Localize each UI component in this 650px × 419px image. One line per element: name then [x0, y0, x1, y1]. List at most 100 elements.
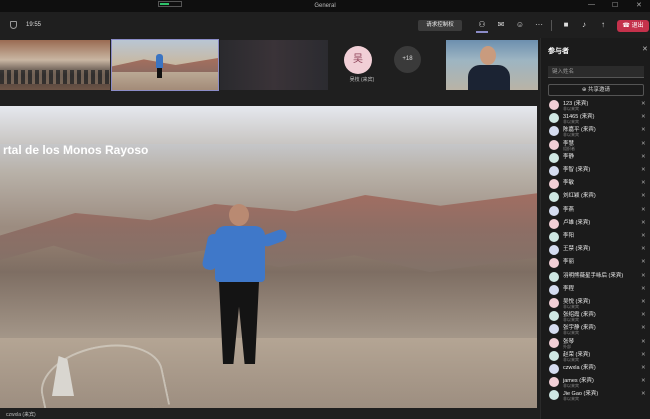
presenter-torso — [215, 226, 265, 282]
avatar — [549, 179, 559, 190]
mic-muted-icon: ✕ — [641, 259, 646, 266]
meeting-timer: 19:55 — [26, 22, 42, 28]
avatar — [549, 284, 559, 295]
avatar — [549, 258, 559, 269]
avatar — [549, 152, 559, 163]
participant-name: 刘红颖 (来宾) — [563, 193, 596, 200]
presenter-figure — [156, 54, 163, 78]
participant-name: czwxla (来宾) — [563, 365, 596, 371]
avatar — [549, 166, 559, 176]
avatar — [549, 126, 559, 137]
panel-title: 参与者 — [548, 48, 569, 55]
mic-muted-icon: ✕ — [641, 167, 646, 173]
avatar-name: 吴枝 (来宾) — [349, 77, 375, 83]
mic-muted-icon: ✕ — [641, 114, 646, 121]
mic-muted-icon: ✕ — [641, 180, 646, 187]
mic-muted-icon: ✕ — [641, 101, 646, 107]
avatar — [549, 390, 559, 401]
avatar — [549, 192, 559, 203]
mic-muted-icon: ✕ — [641, 233, 646, 239]
participant-name: 李敏 — [563, 180, 575, 187]
presenter-name: czwxla (来宾) — [6, 412, 36, 418]
avatar — [549, 271, 559, 282]
mic-muted-icon: ✕ — [641, 206, 646, 213]
more-participants-button[interactable]: +18 — [394, 46, 421, 73]
chat-icon[interactable]: ✉ — [495, 19, 507, 31]
participant-name: 李丽 — [563, 259, 575, 266]
video-thumbnail-strip: 吴 吴枝 (来宾) +18 — [0, 38, 540, 93]
participant-row[interactable]: Jie Gao (来宾) 非以来宾 ✕ — [541, 388, 650, 406]
mic-muted-icon: ✕ — [641, 272, 646, 279]
reaction-icon[interactable]: ☺ — [514, 19, 526, 31]
share-icon[interactable]: ↑ — [597, 19, 609, 31]
mic-icon[interactable]: ♪ — [578, 19, 590, 31]
mic-muted-icon: ✕ — [641, 193, 646, 200]
mic-muted-icon: ✕ — [641, 140, 646, 147]
toolbar-divider — [551, 20, 552, 31]
participant-body — [468, 65, 510, 90]
video-tile-dark[interactable] — [220, 40, 328, 90]
share-invite-button[interactable]: ⊕ 共享邀请 — [548, 84, 644, 96]
participant-name: 羽明熊薇星手咏后 (来宾) — [563, 272, 624, 279]
participant-head — [480, 46, 496, 65]
avatar — [549, 232, 559, 242]
participant-name: 王禁 (来宾) — [563, 246, 591, 253]
participant-name: 李燕 — [563, 206, 575, 213]
maximize-icon[interactable]: ☐ — [612, 1, 618, 9]
sky — [0, 106, 537, 144]
presenter-head — [229, 204, 249, 226]
avatar — [549, 218, 559, 229]
avatar — [549, 324, 559, 335]
participant-name: 李静 — [563, 153, 575, 160]
close-icon[interactable]: ✕ — [636, 1, 642, 9]
video-tile-classroom[interactable] — [0, 40, 110, 90]
mic-muted-icon: ✕ — [641, 246, 646, 253]
avatar — [549, 350, 559, 361]
main-video-stage: rtal de los Monos Rayoso — [0, 106, 537, 408]
mic-muted-icon: ✕ — [641, 351, 646, 358]
participant-name: 卢雄 (来宾) — [563, 219, 591, 226]
more-icon[interactable]: ··· — [533, 19, 545, 31]
avatar[interactable]: 吴 — [344, 46, 372, 74]
leave-button[interactable]: ☎ 退出 — [617, 20, 649, 32]
people-icon[interactable]: ⚇ — [476, 19, 488, 33]
avatar — [549, 205, 559, 216]
avatar — [549, 298, 559, 308]
video-tile-man[interactable] — [446, 40, 538, 90]
mic-muted-icon: ✕ — [641, 312, 646, 319]
minimize-icon[interactable]: — — [588, 1, 595, 8]
participant-name: 李程 — [563, 285, 575, 292]
mic-muted-icon: ✕ — [641, 299, 646, 305]
video-tile-presenter[interactable] — [111, 39, 219, 91]
avatar — [549, 311, 559, 322]
avatar — [549, 245, 559, 256]
mic-muted-icon: ✕ — [641, 153, 646, 160]
avatar — [549, 100, 559, 110]
avatar — [549, 337, 559, 348]
title-bar: General — ☐ ✕ — [0, 0, 650, 12]
presenter-legs — [219, 282, 259, 364]
participants-panel: 参与者 ✕ 键入姓名 ⊕ 共享邀请 123 (来宾) 非以来宾 ✕ 31465 (来宾… — [540, 38, 650, 419]
avatar — [549, 364, 559, 374]
close-panel-icon[interactable]: ✕ — [642, 45, 648, 53]
shield-icon — [10, 21, 17, 29]
request-control-button[interactable]: 请求控制权 — [418, 20, 462, 31]
meeting-toolbar: 19:55 请求控制权 ⚇ ✉ ☺ ··· ■ ♪ ↑ ☎ 退出 — [0, 12, 650, 39]
stage-name-bar: czwxla (来宾) — [0, 408, 537, 419]
mic-muted-icon: ✕ — [641, 365, 646, 371]
camera-icon[interactable]: ■ — [560, 19, 572, 31]
mic-muted-icon: ✕ — [641, 378, 646, 385]
participant-name: 李阳 — [563, 233, 575, 239]
mic-muted-icon: ✕ — [641, 325, 646, 332]
participant-name: 李智 (来宾) — [563, 167, 591, 173]
mic-muted-icon: ✕ — [641, 391, 646, 398]
window-title: General — [314, 3, 336, 9]
mic-muted-icon: ✕ — [641, 285, 646, 292]
mic-muted-icon: ✕ — [641, 338, 646, 345]
avatar — [549, 377, 559, 388]
presenter-figure — [201, 204, 291, 366]
video-caption: rtal de los Monos Rayoso — [3, 143, 149, 157]
avatar — [549, 139, 559, 150]
participant-role: 非以来宾 — [563, 396, 579, 402]
search-input[interactable]: 键入姓名 — [548, 66, 644, 78]
